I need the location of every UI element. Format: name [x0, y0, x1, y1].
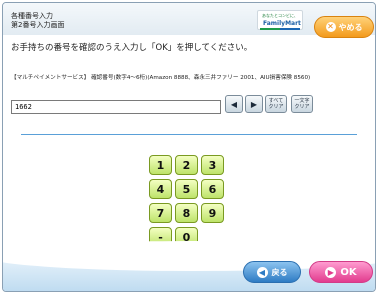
numeric-keypad: 1 2 3 4 5 6 7 8 9 - 0 — [149, 155, 225, 251]
cancel-label: やめる — [338, 22, 363, 32]
screen-title: 各種番号入力 — [11, 12, 53, 20]
familymart-logo: あなたとコンビに、 FamilyMart — [257, 10, 303, 30]
close-icon: ✕ — [325, 22, 336, 32]
key-9[interactable]: 9 — [201, 203, 224, 223]
key-7[interactable]: 7 — [149, 203, 172, 223]
arrow-left-icon: ◀ — [230, 99, 238, 109]
ok-arrow-icon: ▶ — [325, 266, 337, 278]
logo-wordmark: FamilyMart — [263, 20, 301, 27]
instruction-text: お手持ちの番号を確認のうえ入力し「OK」を押してください。 — [11, 43, 253, 53]
key-2[interactable]: 2 — [175, 155, 198, 175]
key-6[interactable]: 6 — [201, 179, 224, 199]
cursor-right-button[interactable]: ▶ — [245, 95, 263, 113]
clear-one-label-2: クリア — [294, 104, 310, 110]
back-button[interactable]: ◀ 戻る — [243, 261, 301, 283]
number-input[interactable]: 1662 — [11, 100, 221, 114]
key-1[interactable]: 1 — [149, 155, 172, 175]
clear-one-button[interactable]: 一文字 クリア — [291, 95, 313, 113]
arrow-right-icon: ▶ — [250, 99, 258, 109]
logo-stripe — [260, 28, 300, 30]
key-5[interactable]: 5 — [175, 179, 198, 199]
key-8[interactable]: 8 — [175, 203, 198, 223]
screen-subtitle: 第2番号入力画面 — [11, 21, 65, 29]
screen-frame: 各種番号入力 第2番号入力画面 あなたとコンビに、 FamilyMart ✕ や… — [2, 2, 376, 292]
key-3[interactable]: 3 — [201, 155, 224, 175]
ok-label: OK — [340, 266, 357, 278]
service-description: 【マルチペイメントサービス】 確認番号(数字4〜6桁)(Amazon 8888、… — [11, 75, 311, 81]
logo-tagline: あなたとコンビに、 — [262, 13, 298, 18]
back-label: 戻る — [271, 267, 288, 277]
back-arrow-icon: ◀ — [256, 266, 268, 278]
key-4[interactable]: 4 — [149, 179, 172, 199]
section-divider — [21, 134, 357, 135]
cursor-left-button[interactable]: ◀ — [225, 95, 243, 113]
ok-button[interactable]: ▶ OK — [309, 261, 373, 283]
clear-all-button[interactable]: すべて クリア — [265, 95, 287, 113]
cancel-button[interactable]: ✕ やめる — [314, 16, 374, 38]
clear-all-label-2: クリア — [268, 104, 284, 110]
